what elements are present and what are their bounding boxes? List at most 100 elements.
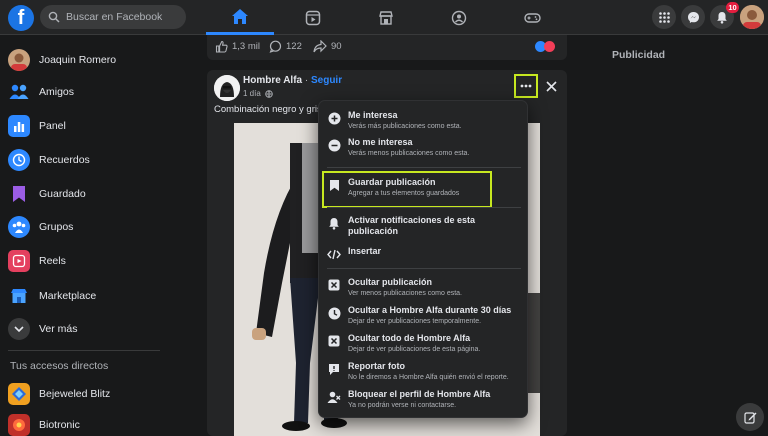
dashboard-icon (8, 115, 30, 137)
profile-avatar[interactable] (740, 5, 764, 29)
sidebar-item-panel[interactable]: Panel (8, 111, 198, 141)
chevron-down-icon (8, 318, 30, 340)
sidebar-item-label: Grupos (39, 221, 74, 233)
store-icon (8, 285, 30, 307)
previous-post-stats: 1,3 mil 122 90 (207, 35, 567, 60)
menu-item-save-post[interactable]: Guardar publicación Agregar a tus elemen… (327, 177, 521, 198)
sidebar-divider (8, 350, 160, 351)
gamepad-icon (523, 11, 541, 25)
sidebar-item-reels[interactable]: Reels (8, 246, 198, 276)
ads-heading: Publicidad (612, 49, 666, 61)
sidebar-item-label: Recuerdos (39, 154, 90, 166)
comment-icon (269, 40, 282, 53)
sidebar-item-label: Amigos (39, 86, 75, 98)
game-logo (8, 414, 30, 436)
report-icon (327, 362, 341, 376)
like-count[interactable]: 1,3 mil (215, 40, 260, 53)
more-dots-icon (520, 84, 532, 88)
store-icon (378, 10, 394, 26)
page-avatar[interactable] (214, 75, 240, 101)
groups-icon (451, 10, 467, 26)
menu-item-embed[interactable]: Insertar (327, 246, 521, 261)
menu-divider (327, 268, 521, 269)
sidebar-item-recuerdos[interactable]: Recuerdos (8, 145, 198, 175)
sidebar-item-label: Guardado (39, 188, 86, 200)
like-icon (215, 40, 228, 53)
search-box[interactable] (40, 5, 186, 29)
tab-marketplace[interactable] (352, 0, 420, 35)
game-logo (8, 383, 30, 405)
sidebar-item-amigos[interactable]: Amigos (8, 77, 198, 107)
sidebar-item-ver-mas[interactable]: Ver más (8, 314, 198, 344)
notification-count-badge: 10 (726, 2, 739, 13)
post-author-line: Hombre Alfa · Seguir (243, 75, 343, 86)
menu-item-hide-all[interactable]: Ocultar todo de Hombre Alfa Dejar de ver… (327, 333, 521, 354)
menu-item-block-profile[interactable]: Bloquear el perfil de Hombre Alfa Ya no … (327, 389, 521, 410)
close-box-icon (327, 278, 341, 292)
comment-count[interactable]: 122 (269, 40, 302, 53)
menu-item-interested[interactable]: Me interesa Verás más publicaciones como… (327, 110, 521, 131)
bookmark-icon (8, 183, 30, 205)
avatar (8, 49, 30, 71)
minus-circle-icon (327, 138, 341, 152)
groups-icon (8, 216, 30, 238)
reels-icon (8, 250, 30, 272)
tab-gaming[interactable] (498, 0, 566, 35)
sidebar-item-label: Panel (39, 120, 66, 132)
facebook-logo[interactable]: f (8, 5, 34, 31)
sidebar-item-label: Reels (39, 255, 66, 267)
code-icon (327, 247, 341, 261)
plus-circle-icon (327, 111, 341, 125)
post-author[interactable]: Hombre Alfa (243, 75, 302, 86)
messenger-button[interactable] (681, 5, 705, 29)
globe-icon (265, 89, 273, 98)
sidebar-item-guardado[interactable]: Guardado (8, 179, 198, 209)
menu-item-notifications[interactable]: Activar notificaciones de esta publicaci… (327, 215, 521, 237)
follow-link[interactable]: Seguir (311, 75, 342, 86)
post-timestamp: 1 día (243, 89, 273, 98)
close-box-icon (327, 334, 341, 348)
reaction-icons (535, 41, 555, 52)
shortcut-label: Biotronic (39, 419, 80, 431)
post-options-menu: Me interesa Verás más publicaciones como… (318, 100, 528, 418)
shortcut-item[interactable]: Biotronic (8, 410, 198, 436)
menu-divider (327, 167, 521, 168)
sidebar-item-label: Marketplace (39, 290, 97, 302)
tab-home[interactable] (206, 0, 274, 35)
shortcut-item[interactable]: Bejeweled Blitz (8, 379, 198, 409)
love-reaction-icon (544, 41, 555, 52)
search-icon (48, 11, 60, 23)
sidebar-item-label: Ver más (39, 323, 78, 335)
messenger-icon (687, 11, 700, 24)
sidebar-item-profile[interactable]: Joaquin Romero (8, 45, 198, 75)
grid-menu-icon (658, 11, 670, 23)
shortcuts-heading: Tus accesos directos (10, 360, 109, 372)
friends-icon (8, 81, 30, 103)
menu-item-report-photo[interactable]: Reportar foto No le diremos a Hombre Alf… (327, 361, 521, 382)
search-input[interactable] (66, 11, 181, 23)
hide-post-button[interactable] (541, 76, 561, 96)
new-message-button[interactable] (736, 403, 764, 431)
sidebar-item-marketplace[interactable]: Marketplace (8, 281, 198, 311)
share-count[interactable]: 90 (313, 40, 342, 53)
block-user-icon (327, 390, 341, 404)
menu-button[interactable] (652, 5, 676, 29)
menu-item-hide-post[interactable]: Ocultar publicación Ver menos publicacio… (327, 277, 521, 298)
post-caption: Combinación negro y gris (214, 104, 322, 115)
memories-clock-icon (8, 149, 30, 171)
clock-icon (327, 306, 341, 320)
bookmark-icon (327, 178, 341, 192)
top-navigation-bar: f Buscar en Facebook 10 (0, 0, 768, 35)
sidebar-item-grupos[interactable]: Grupos (8, 212, 198, 242)
post-options-button[interactable] (514, 74, 538, 98)
bell-icon (327, 216, 341, 230)
tab-groups[interactable] (425, 0, 493, 35)
menu-item-not-interested[interactable]: No me interesa Verás menos publicaciones… (327, 137, 521, 158)
menu-item-snooze[interactable]: Ocultar a Hombre Alfa durante 30 días De… (327, 305, 521, 326)
shortcut-label: Bejeweled Blitz (39, 388, 111, 400)
tab-watch[interactable] (279, 0, 347, 35)
home-icon (231, 8, 249, 25)
share-icon (313, 40, 327, 53)
bell-icon (716, 11, 728, 24)
menu-divider (327, 207, 521, 208)
